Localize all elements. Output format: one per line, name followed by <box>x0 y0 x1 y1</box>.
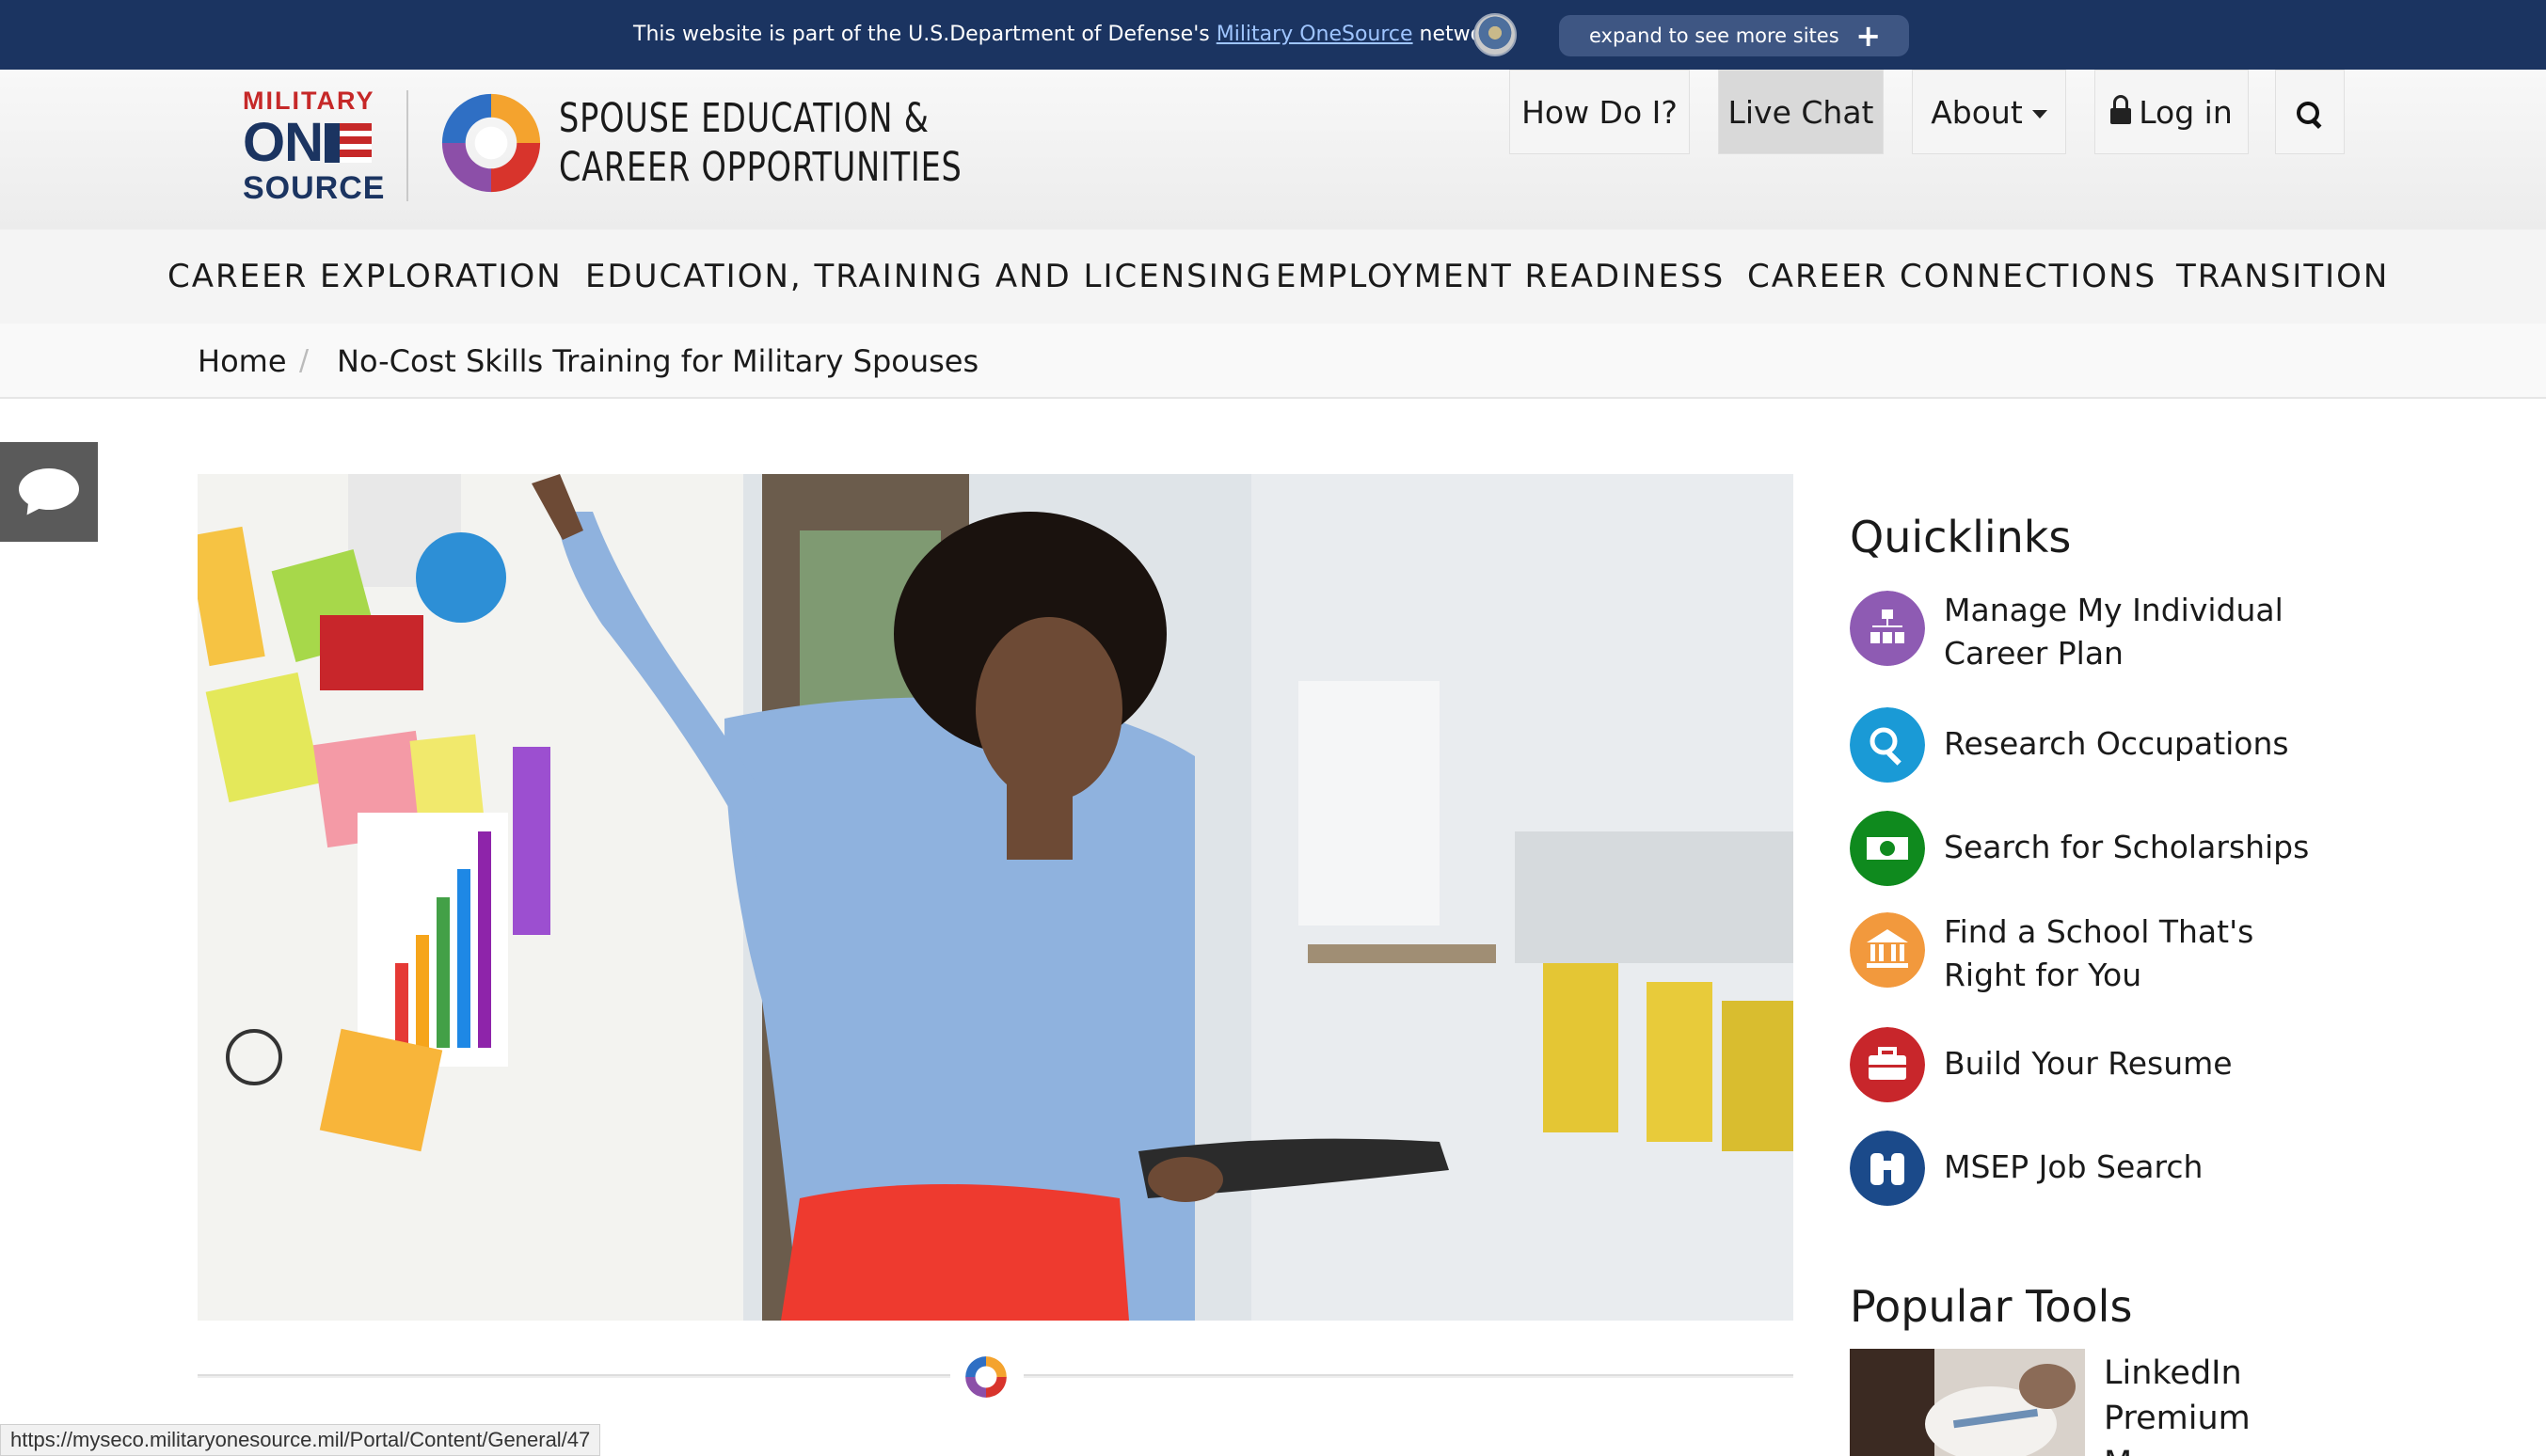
section-divider-right <box>1024 1374 1793 1378</box>
logo-source-text: SOURCE <box>243 170 386 206</box>
popular-tools-heading: Popular Tools <box>1850 1281 2133 1332</box>
linkedin-premium-thumbnail[interactable] <box>1850 1349 2085 1456</box>
chat-bubble-icon <box>19 468 79 510</box>
school-icon <box>1850 912 1925 988</box>
nav-education-training-licensing[interactable]: EDUCATION, TRAINING AND LICENSING <box>585 229 1273 324</box>
quicklink-msep-job-search[interactable]: MSEP Job Search <box>1850 1131 2358 1206</box>
dod-seal-icon <box>1473 13 1517 56</box>
breadcrumb: Home / No-Cost Skills Training for Milit… <box>0 324 2546 399</box>
quicklink-label: MSEP Job Search <box>1944 1148 2204 1185</box>
quicklink-build-resume[interactable]: Build Your Resume <box>1850 1027 2358 1102</box>
quicklink-career-plan[interactable]: Manage My Individual Career Plan <box>1850 591 2358 677</box>
breadcrumb-current: No-Cost Skills Training for Military Spo… <box>337 343 979 379</box>
breadcrumb-home[interactable]: Home <box>198 324 287 399</box>
quicklink-label: Manage My Individual Career Plan <box>1944 592 2283 672</box>
expand-sites-button[interactable]: expand to see more sites + <box>1559 15 1909 56</box>
linkedin-premium-link[interactable]: LinkedIn Premium M... <box>2104 1351 2273 1456</box>
search-icon <box>2297 101 2323 128</box>
quicklink-scholarships[interactable]: Search for Scholarships <box>1850 811 2358 886</box>
about-dropdown[interactable]: About <box>1912 70 2066 154</box>
seco-title-line2: CAREER OPPORTUNITIES <box>559 144 963 191</box>
live-chat-label: Live Chat <box>1727 94 1874 131</box>
quicklink-find-school[interactable]: Find a School That's Right for You <box>1850 912 2358 999</box>
breadcrumb-separator: / <box>299 344 310 377</box>
seco-title-line1: SPOUSE EDUCATION & <box>559 95 930 142</box>
quicklink-label: Find a School That's Right for You <box>1944 913 2254 993</box>
login-button[interactable]: Log in <box>2094 70 2249 154</box>
dod-banner-prefix: This website is part of the U.S.Departme… <box>633 23 1217 46</box>
nav-career-exploration[interactable]: CAREER EXPLORATION <box>167 229 563 324</box>
quicklink-label: Build Your Resume <box>1944 1045 2233 1082</box>
live-chat-button[interactable]: Live Chat <box>1718 70 1884 154</box>
logo-one-text: ON <box>243 116 386 170</box>
nav-career-connections[interactable]: CAREER CONNECTIONS <box>1747 229 2156 324</box>
how-do-i-label: How Do I? <box>1521 94 1678 131</box>
chat-side-tab[interactable] <box>0 442 98 542</box>
military-onesource-logo[interactable]: MILITARY ON SOURCE <box>243 87 386 207</box>
plus-icon: + <box>1855 18 1881 54</box>
dod-banner-text: This website is part of the U.S.Departme… <box>633 0 1504 70</box>
seco-title[interactable]: SPOUSE EDUCATION & CAREER OPPORTUNITIES <box>559 94 963 192</box>
logo-divider <box>406 90 408 201</box>
quicklink-label: Search for Scholarships <box>1944 829 2310 865</box>
divider-swirl-icon <box>965 1356 1007 1398</box>
lock-icon <box>2110 95 2132 124</box>
quicklinks-heading: Quicklinks <box>1850 512 2072 562</box>
money-icon <box>1850 811 1925 886</box>
caret-down-icon <box>2031 110 2047 119</box>
briefcase-icon <box>1850 1027 1925 1102</box>
nav-transition[interactable]: TRANSITION <box>2176 229 2389 324</box>
binoculars-icon <box>1850 1131 1925 1206</box>
main-nav: CAREER EXPLORATION EDUCATION, TRAINING A… <box>0 229 2546 324</box>
browser-status-url: https://myseco.militaryonesource.mil/Por… <box>0 1424 601 1456</box>
quicklink-research-occupations[interactable]: Research Occupations <box>1850 707 2358 783</box>
how-do-i-button[interactable]: How Do I? <box>1509 70 1690 154</box>
hero-image <box>198 474 1793 1321</box>
seco-swirl-logo-icon[interactable] <box>433 85 549 201</box>
section-divider-left <box>198 1374 950 1378</box>
org-chart-icon <box>1850 591 1925 666</box>
flag-e-icon <box>325 123 372 163</box>
about-label: About <box>1931 94 2023 131</box>
military-onesource-link[interactable]: Military OneSource <box>1217 23 1413 46</box>
search-icon <box>1850 707 1925 783</box>
dod-network-banner: This website is part of the U.S.Departme… <box>0 0 2546 70</box>
quicklink-label: Research Occupations <box>1944 725 2289 762</box>
expand-sites-label: expand to see more sites <box>1589 24 1839 47</box>
search-button[interactable] <box>2275 70 2345 154</box>
nav-employment-readiness[interactable]: EMPLOYMENT READINESS <box>1276 229 1725 324</box>
logo-on-text: ON <box>243 112 324 173</box>
login-label: Log in <box>2139 94 2233 131</box>
